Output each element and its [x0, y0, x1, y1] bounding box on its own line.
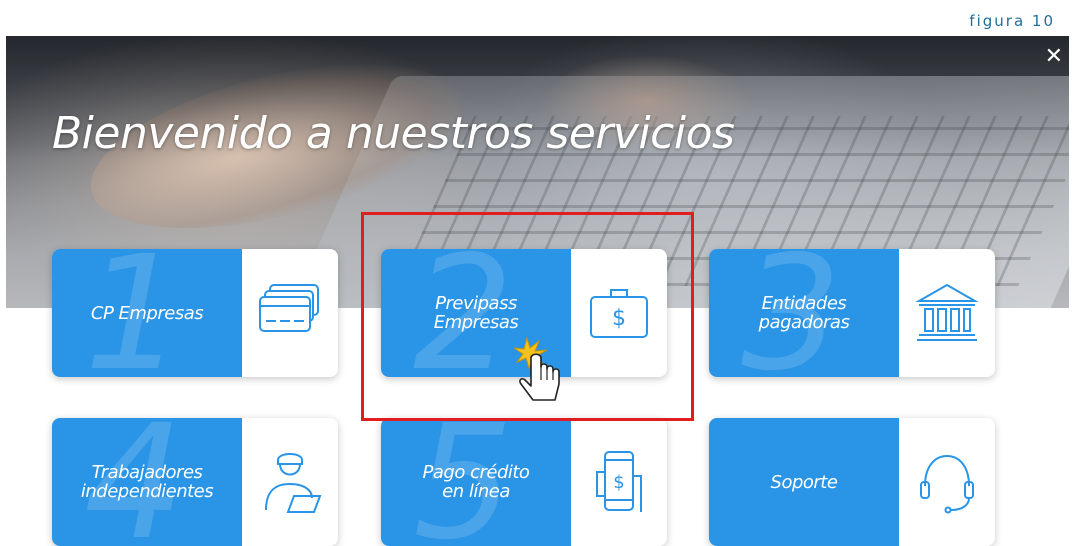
- headset-icon: [899, 418, 995, 546]
- service-card-trabajadores-independientes[interactable]: 4 Trabajadores independientes: [52, 418, 338, 546]
- service-card-cp-empresas[interactable]: 1 CP Empresas: [52, 249, 338, 377]
- worker-laptop-icon: [242, 418, 338, 546]
- card-label: Entidades pagadoras: [758, 293, 850, 333]
- page-title: Bienvenido a nuestros servicios: [52, 108, 735, 159]
- service-card-entidades-pagadoras[interactable]: 3 Entidades pagadoras: [709, 249, 995, 377]
- service-card-soporte[interactable]: Soporte: [709, 418, 995, 546]
- service-card-pago-credito[interactable]: 5 Pago crédito en línea $: [381, 418, 667, 546]
- card-label: Pago crédito en línea: [422, 462, 530, 502]
- mobile-payment-icon: $: [571, 418, 667, 546]
- svg-text:$: $: [613, 472, 624, 493]
- close-button[interactable]: ✕: [1045, 44, 1063, 69]
- card-label: Trabajadores independientes: [80, 462, 214, 502]
- card-label: Soporte: [770, 471, 838, 493]
- figure-caption: figura 10: [969, 12, 1055, 30]
- card-label: CP Empresas: [90, 302, 204, 324]
- hand-cursor-icon: [513, 336, 560, 401]
- credit-card-icon: [242, 249, 338, 377]
- bank-icon: [899, 249, 995, 377]
